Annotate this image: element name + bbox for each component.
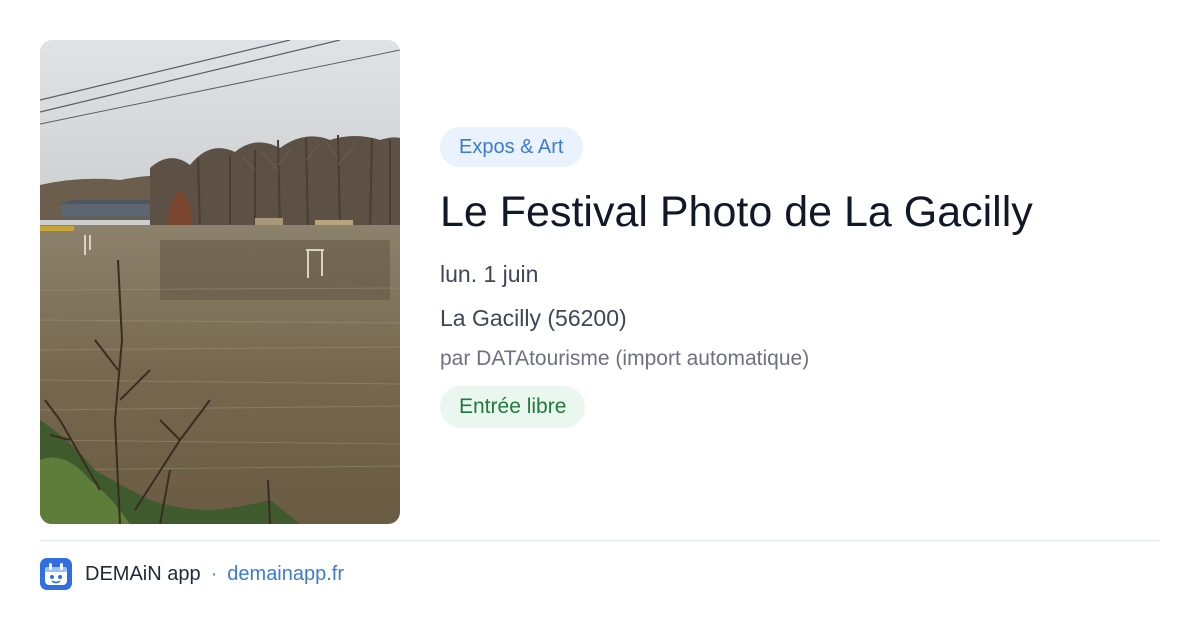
app-website-link[interactable]: demainapp.fr: [227, 563, 344, 586]
demain-app-logo-icon: [40, 558, 72, 590]
event-date: lun. 1 juin: [440, 261, 539, 287]
event-photo: [40, 40, 400, 524]
event-location: La Gacilly (56200): [440, 305, 627, 331]
category-badge[interactable]: Expos & Art: [440, 127, 583, 167]
app-name: DEMAiN app: [85, 562, 201, 585]
event-info: Expos & Art Le Festival Photo de La Gaci…: [440, 127, 1160, 428]
footer-separator: ·: [210, 562, 218, 585]
footer: DEMAiN app · demainapp.fr: [40, 558, 344, 590]
event-author: par DATAtourisme (import automatique): [440, 347, 810, 370]
footer-divider: [40, 540, 1160, 541]
price-badge: Entrée libre: [440, 386, 586, 428]
event-title: Le Festival Photo de La Gacilly: [440, 188, 1033, 236]
event-photo-image: [40, 40, 400, 524]
